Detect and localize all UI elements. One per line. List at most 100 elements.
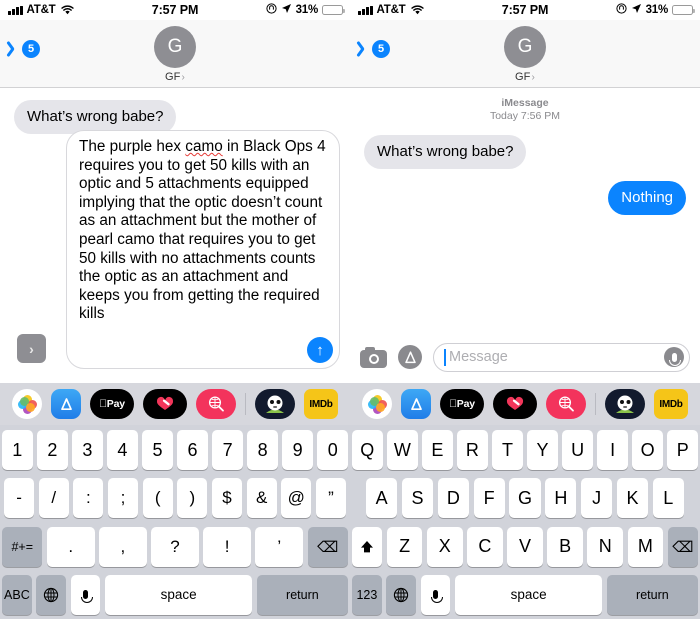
key-d[interactable]: D — [437, 478, 469, 519]
character-app-icon[interactable] — [605, 389, 645, 419]
nav-bar: 5 G GF› — [0, 20, 350, 88]
key-i[interactable]: I — [597, 430, 628, 470]
expand-apps-button[interactable]: › — [17, 334, 46, 363]
key-z[interactable]: Z — [386, 526, 423, 567]
key-j[interactable]: J — [580, 478, 613, 519]
key-o[interactable]: O — [632, 430, 663, 470]
key-quote[interactable]: ” — [315, 478, 347, 519]
app-store-app-icon[interactable] — [401, 389, 431, 419]
right-phone-panel: AT&T 7:57 PM 31% 5 G GF› iMessage Today … — [350, 0, 700, 383]
key-delete[interactable]: ⌫ — [667, 526, 698, 567]
key-e[interactable]: E — [422, 430, 453, 470]
compose-text-field[interactable]: The purple hex camo in Black Ops 4 requi… — [66, 130, 340, 369]
key-semicolon[interactable]: ; — [107, 478, 139, 519]
key-abc-toggle[interactable]: ABC — [2, 574, 32, 615]
camera-icon[interactable] — [360, 346, 387, 368]
key-apostrophe[interactable]: ’ — [255, 526, 304, 567]
drawer-divider — [595, 393, 596, 415]
key-y[interactable]: Y — [527, 430, 558, 470]
key-9[interactable]: 9 — [282, 430, 313, 470]
key-6[interactable]: 6 — [177, 430, 208, 470]
key-0[interactable]: 0 — [317, 430, 348, 470]
key-space[interactable]: space — [454, 574, 603, 615]
key-space[interactable]: space — [104, 574, 253, 615]
key-3[interactable]: 3 — [72, 430, 103, 470]
key-paren-close[interactable]: ) — [177, 478, 208, 519]
key-exclamation[interactable]: ! — [203, 526, 251, 567]
microphone-icon[interactable] — [420, 574, 451, 615]
key-123-toggle[interactable]: 123 — [352, 574, 382, 615]
key-s[interactable]: S — [401, 478, 434, 519]
key-question[interactable]: ? — [151, 526, 199, 567]
message-input-field[interactable]: Message — [433, 342, 690, 372]
key-a[interactable]: A — [366, 478, 398, 519]
photos-app-icon[interactable] — [12, 389, 42, 419]
key-4[interactable]: 4 — [107, 430, 138, 470]
key-v[interactable]: V — [507, 526, 543, 567]
key-m[interactable]: M — [627, 526, 664, 567]
keyboard-row-1: 1 2 3 4 5 6 7 8 9 0 — [2, 429, 348, 471]
key-x[interactable]: X — [426, 526, 463, 567]
key-colon[interactable]: : — [73, 478, 104, 519]
key-at[interactable]: @ — [281, 478, 312, 519]
key-delete[interactable]: ⌫ — [307, 526, 348, 567]
apple-pay-app-icon[interactable]: Pay — [440, 389, 484, 419]
send-button[interactable]: ↑ — [307, 337, 333, 363]
key-b[interactable]: B — [547, 526, 583, 567]
chevron-right-icon: › — [531, 72, 535, 83]
key-return[interactable]: return — [256, 574, 348, 615]
rotation-lock-icon — [615, 3, 627, 17]
key-slash[interactable]: / — [38, 478, 69, 519]
key-8[interactable]: 8 — [247, 430, 278, 470]
key-symbols-toggle[interactable]: #+= — [2, 526, 43, 567]
key-q[interactable]: Q — [352, 430, 383, 470]
key-return[interactable]: return — [606, 574, 698, 615]
contact-header[interactable]: G GF› — [0, 26, 350, 83]
key-f[interactable]: F — [473, 478, 505, 519]
imdb-app-icon[interactable]: IMDb — [654, 389, 688, 419]
key-p[interactable]: P — [667, 430, 698, 470]
text-cursor — [444, 348, 446, 366]
key-c[interactable]: C — [467, 526, 503, 567]
app-store-icon[interactable] — [398, 345, 422, 369]
photos-app-icon[interactable] — [362, 389, 392, 419]
microphone-icon[interactable] — [664, 347, 684, 367]
key-r[interactable]: R — [457, 430, 488, 470]
music-app-icon[interactable] — [493, 389, 537, 419]
key-ampersand[interactable]: & — [246, 478, 277, 519]
key-comma[interactable]: , — [99, 526, 147, 567]
key-g[interactable]: G — [509, 478, 541, 519]
key-u[interactable]: U — [562, 430, 593, 470]
apple-pay-app-icon[interactable]: Pay — [90, 389, 134, 419]
battery-low-power-icon — [322, 4, 345, 16]
contact-header[interactable]: G GF› — [350, 26, 700, 83]
key-t[interactable]: T — [492, 430, 523, 470]
key-paren-open[interactable]: ( — [142, 478, 173, 519]
search-app-icon[interactable] — [196, 389, 236, 419]
key-1[interactable]: 1 — [2, 430, 33, 470]
character-app-icon[interactable] — [255, 389, 295, 419]
key-n[interactable]: N — [587, 526, 624, 567]
imdb-app-icon[interactable]: IMDb — [304, 389, 338, 419]
music-app-icon[interactable] — [143, 389, 187, 419]
message-row: What’s wrong babe? — [350, 135, 700, 169]
key-dollar[interactable]: $ — [211, 478, 243, 519]
key-5[interactable]: 5 — [142, 430, 173, 470]
key-h[interactable]: H — [545, 478, 577, 519]
key-w[interactable]: W — [387, 430, 418, 470]
app-store-app-icon[interactable] — [51, 389, 81, 419]
key-2[interactable]: 2 — [37, 430, 68, 470]
contact-name-label: GF — [165, 71, 181, 83]
microphone-icon[interactable] — [70, 574, 101, 615]
globe-icon[interactable] — [36, 574, 67, 615]
key-shift[interactable] — [352, 526, 383, 567]
key-7[interactable]: 7 — [212, 430, 243, 470]
globe-icon[interactable] — [386, 574, 417, 615]
key-k[interactable]: K — [616, 478, 649, 519]
key-period[interactable]: . — [46, 526, 95, 567]
contact-name: GF› — [350, 71, 700, 83]
key-l[interactable]: L — [652, 478, 684, 519]
timestamp-service: iMessage — [501, 97, 549, 109]
key-hyphen[interactable]: - — [3, 478, 35, 519]
search-app-icon[interactable] — [546, 389, 586, 419]
